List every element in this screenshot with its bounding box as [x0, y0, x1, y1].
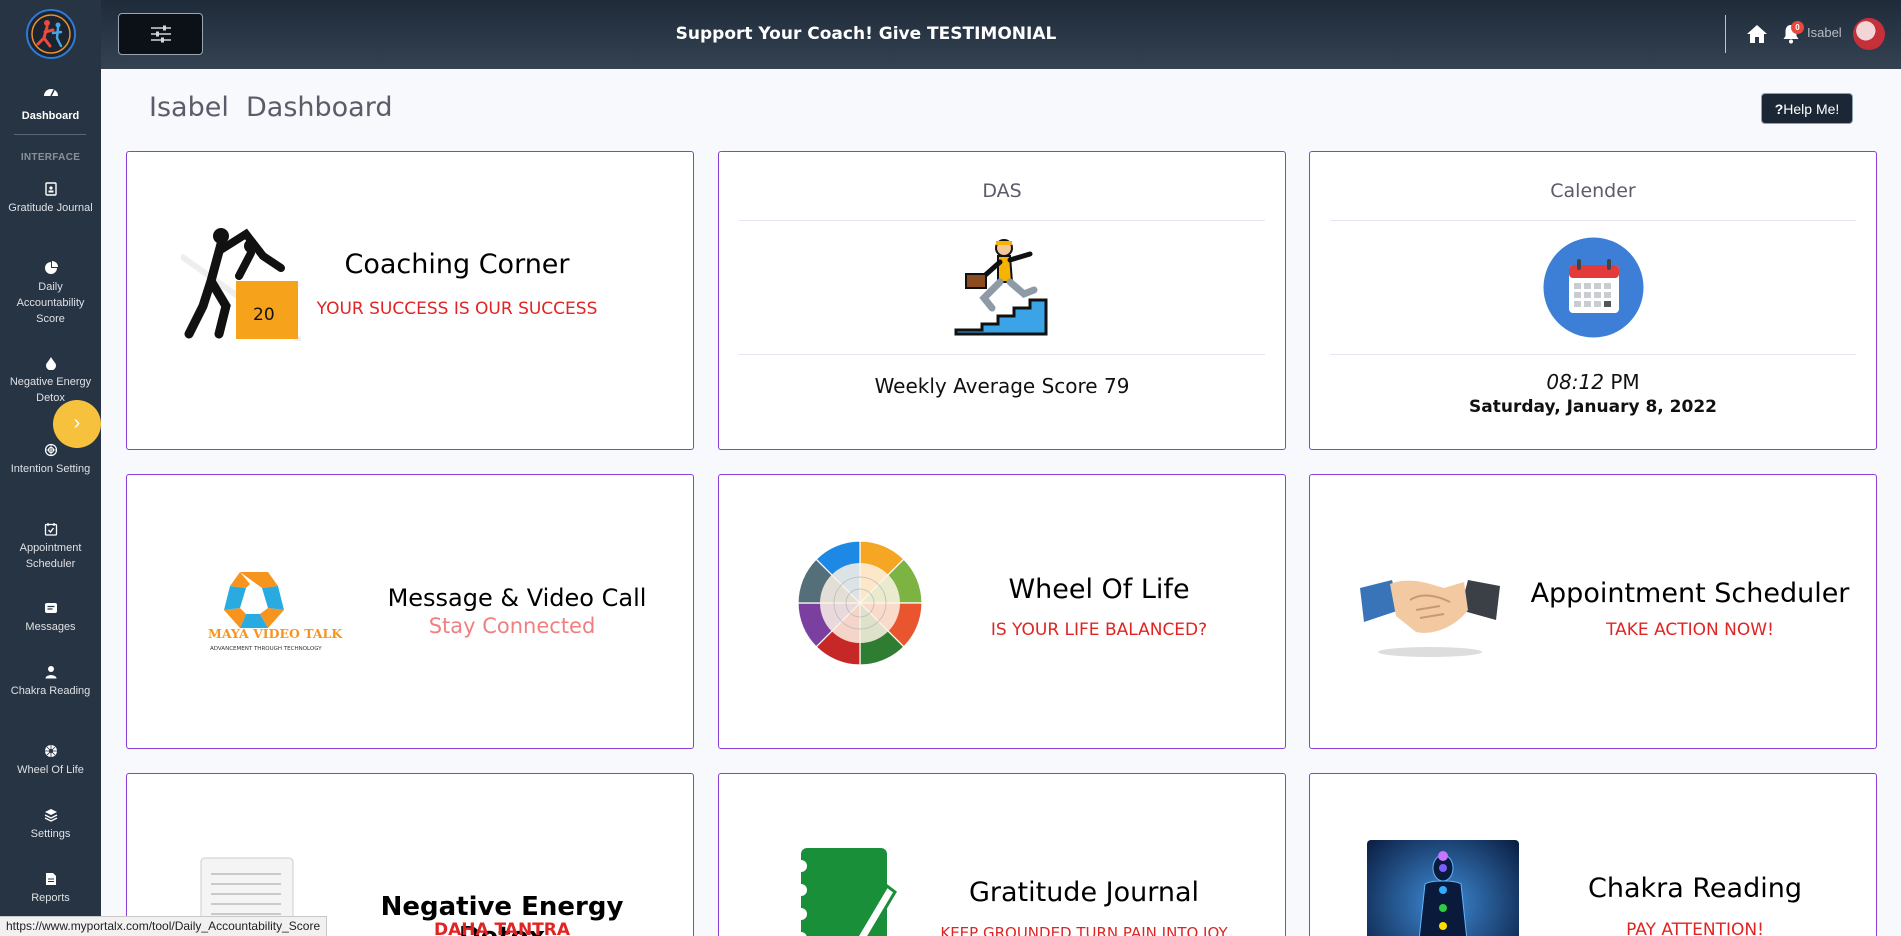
calendar-icon — [1543, 237, 1644, 338]
sidebar-item-chakra-reading[interactable]: Chakra Reading — [0, 665, 101, 699]
card-header: Calender — [1550, 180, 1636, 202]
card-divider — [739, 354, 1265, 355]
sidebar-item-daily-accountability-score[interactable]: Daily Accountability Score — [0, 261, 101, 327]
sidebar-item-intention-setting[interactable]: Intention Setting — [0, 443, 101, 477]
coaching-corner-card[interactable]: 20 Coaching Corner YOUR SUCCESS IS OUR S… — [126, 151, 694, 450]
current-time: 08:12 PM — [1310, 370, 1876, 394]
sidebar-item-label: Settings — [30, 828, 71, 840]
sidebar-item-negative-energy-detox[interactable]: Negative Energy Detox — [0, 356, 101, 406]
help-button[interactable]: ?Help Me! — [1761, 93, 1853, 124]
sidebar-toggle-button[interactable]: › — [53, 400, 101, 448]
question-icon: ? — [1774, 101, 1784, 117]
sidebar-item-settings[interactable]: Settings — [0, 808, 101, 842]
wheel-of-life-icon — [797, 540, 923, 666]
page-title: Isabel Dashboard — [149, 92, 393, 123]
time-ampm: PM — [1610, 370, 1640, 394]
sidebar-item-label: Intention Setting — [10, 463, 91, 475]
card-title: Gratitude Journal — [968, 877, 1200, 908]
gratitude-journal-card[interactable]: Gratitude Journal KEEP GROUNDED TURN PAI… — [718, 773, 1286, 936]
card-title: Coaching Corner — [344, 249, 570, 280]
sidebar-item-label: Daily Accountability Score — [16, 281, 85, 325]
topbar-divider — [1725, 15, 1726, 53]
handshake-illustration — [1360, 580, 1500, 657]
stairs-runner-illustration — [954, 239, 1048, 336]
card-title: Chakra Reading — [1588, 873, 1802, 904]
sidebar-item-gratitude-journal[interactable]: Gratitude Journal — [0, 182, 101, 216]
card-subtitle: TAKE ACTION NOW! — [1606, 620, 1774, 640]
user-name[interactable]: Isabel — [1807, 25, 1842, 40]
card-title: Appointment Scheduler — [1530, 578, 1850, 609]
sidebar-heading: INTERFACE — [20, 152, 81, 163]
coaching-illustration: 20 — [181, 228, 301, 341]
avatar[interactable] — [1853, 18, 1885, 50]
calendar-check-icon — [44, 523, 57, 536]
sidebar-item-label: Wheel Of Life — [17, 764, 84, 776]
notifications-button[interactable]: 0 — [1782, 21, 1804, 49]
card-title: Message & Video Call — [387, 584, 647, 612]
card-subtitle: KEEP GROUNDED TURN PAIN INTO JOY — [940, 924, 1228, 936]
card-title: Wheel Of Life — [1008, 574, 1190, 605]
home-icon[interactable] — [1746, 24, 1768, 44]
negative-energy-detox-card[interactable]: Negative Energy Detox DAHA TANTRA — [126, 773, 694, 936]
sidebar-item-label: Messages — [25, 621, 76, 633]
journal-icon — [44, 182, 57, 196]
sidebar-item-wheel-of-life[interactable]: Wheel Of Life — [0, 744, 101, 778]
sidebar-item-dashboard[interactable]: Dashboard — [0, 84, 101, 124]
sidebar: Dashboard INTERFACE Gratitude Journal Da… — [0, 0, 101, 936]
notification-badge: 0 — [1791, 21, 1804, 34]
sidebar-item-label: Chakra Reading — [10, 685, 91, 697]
wheel-of-life-card[interactable]: Wheel Of Life IS YOUR LIFE BALANCED? — [718, 474, 1286, 749]
appointment-scheduler-card[interactable]: Appointment Scheduler TAKE ACTION NOW! — [1309, 474, 1877, 749]
card-subtitle: Stay Connected — [428, 614, 596, 638]
wheel-icon — [44, 745, 57, 757]
card-subtitle: YOUR SUCCESS IS OUR SUCCESS — [316, 299, 598, 319]
sidebar-item-reports[interactable]: Reports — [0, 872, 101, 906]
card-divider — [1330, 220, 1856, 221]
card-divider — [1330, 354, 1856, 355]
topbar: Support Your Coach! Give TESTIMONIAL 0 I… — [101, 0, 1901, 69]
status-bar-url: https://www.myportalx.com/tool/Daily_Acc… — [0, 916, 328, 936]
user-icon — [45, 666, 56, 679]
sidebar-item-messages[interactable]: Messages — [0, 601, 101, 635]
sidebar-item-label: Dashboard — [21, 110, 80, 122]
dashboard-icon — [43, 89, 58, 97]
card-divider — [739, 220, 1265, 221]
brand-logo[interactable] — [25, 8, 77, 60]
target-icon — [44, 443, 57, 457]
das-card[interactable]: DAS Weekly Average Score 79 — [718, 151, 1286, 450]
report-icon — [45, 873, 56, 885]
pie-chart-icon — [44, 261, 58, 274]
notebook-icon — [795, 848, 897, 936]
logo-tagline: ADVANCEMENT THROUGH TECHNOLOGY — [210, 646, 322, 652]
sidebar-divider — [14, 134, 86, 135]
help-label: Help Me! — [1783, 101, 1840, 117]
card-header: DAS — [982, 180, 1022, 202]
drop-icon — [45, 357, 56, 370]
layers-icon — [44, 809, 57, 822]
sidebar-item-appointment-scheduler[interactable]: Appointment Scheduler — [0, 522, 101, 572]
sidebar-item-label: Appointment Scheduler — [19, 542, 82, 570]
card-subtitle: DAHA TANTRA — [433, 920, 571, 936]
time-value: 08:12 — [1546, 370, 1604, 394]
chakra-reading-card[interactable]: Chakra Reading PAY ATTENTION! — [1309, 773, 1877, 936]
card-subtitle: IS YOUR LIFE BALANCED? — [990, 620, 1208, 640]
calendar-card[interactable]: Calender 08:12 PM Saturday, January 8, 2… — [1309, 151, 1877, 450]
message-icon — [44, 603, 57, 613]
chakra-body-illustration — [1367, 840, 1519, 936]
card-subtitle: PAY ATTENTION! — [1626, 920, 1764, 936]
sidebar-item-label: Gratitude Journal — [8, 202, 93, 214]
maya-video-talk-logo: MAYA VIDEO TALK ADVANCEMENT THROUGH TECH… — [208, 572, 343, 652]
testimonial-link[interactable]: Support Your Coach! Give TESTIMONIAL — [101, 24, 1631, 44]
logo-text: MAYA VIDEO TALK — [208, 626, 343, 641]
sidebar-item-label: Reports — [31, 892, 70, 904]
message-video-call-card[interactable]: MAYA VIDEO TALK ADVANCEMENT THROUGH TECH… — [126, 474, 694, 749]
weekly-average-score: Weekly Average Score 79 — [874, 374, 1130, 398]
current-date: Saturday, January 8, 2022 — [1469, 397, 1717, 417]
